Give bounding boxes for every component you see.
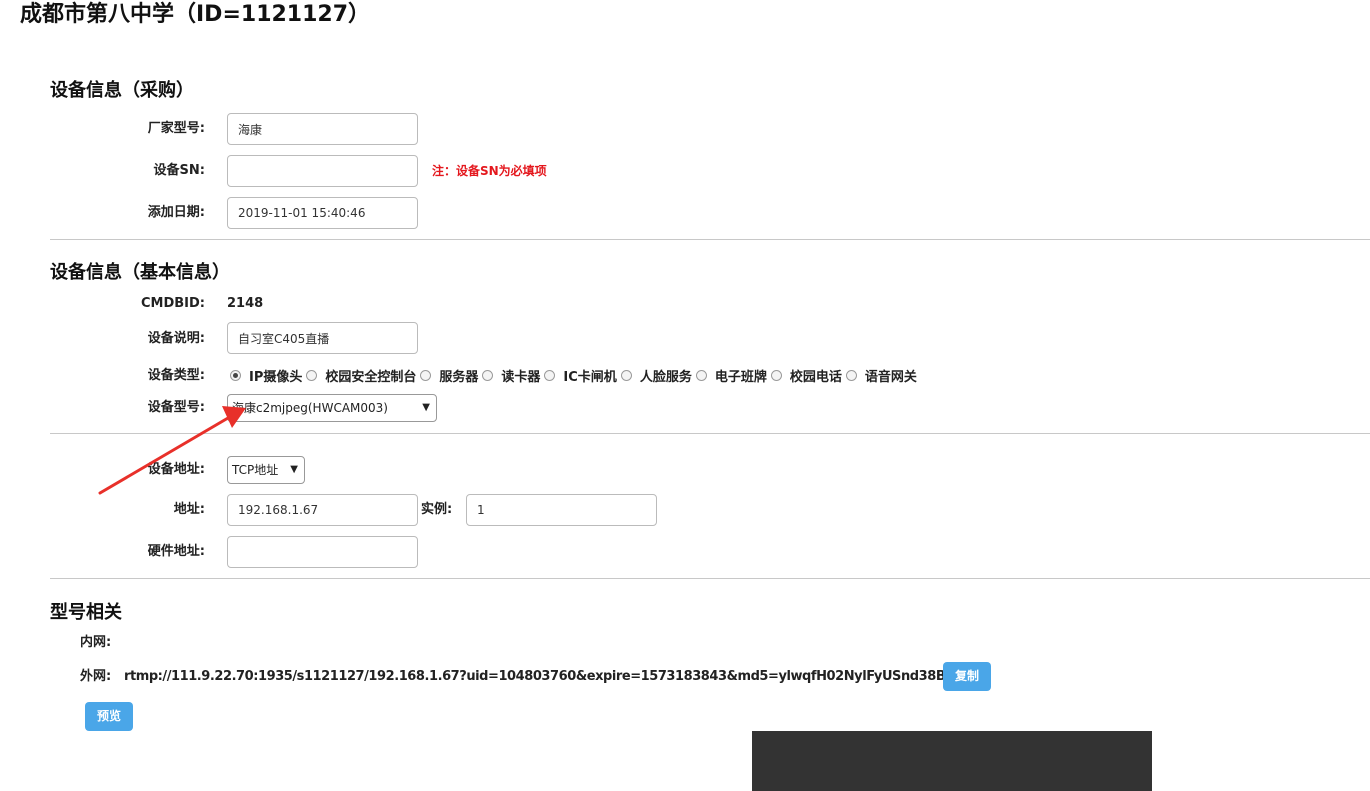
sn-required-note: 注：设备SN为必填项 <box>432 164 547 178</box>
intranet-label: 内网: <box>80 635 112 650</box>
vendor-label: 厂家型号: <box>147 121 205 136</box>
instance-input[interactable] <box>466 494 657 526</box>
sn-input[interactable] <box>227 155 418 187</box>
section-title-basic: 设备信息（基本信息） <box>50 262 230 283</box>
radio-campus-phone[interactable]: 校园电话 <box>770 366 842 385</box>
radio-server[interactable]: 服务器 <box>420 366 478 385</box>
radio-unchecked-icon <box>420 369 432 381</box>
radio-ip-camera[interactable]: IP摄像头 <box>230 366 302 385</box>
dropdown-caret-icon: ▼ <box>290 464 298 475</box>
vendor-input[interactable] <box>227 113 418 145</box>
sn-label: 设备SN: <box>153 163 205 178</box>
section-title-model-related: 型号相关 <box>50 602 122 623</box>
preview-button[interactable]: 预览 <box>85 702 133 731</box>
radio-unchecked-icon <box>620 369 632 381</box>
dropdown-caret-icon: ▼ <box>422 402 430 413</box>
radio-card-reader[interactable]: 读卡器 <box>482 366 540 385</box>
radio-security-console[interactable]: 校园安全控制台 <box>306 366 416 385</box>
radio-checked-icon <box>230 369 241 381</box>
radio-voice-gateway[interactable]: 语音网关 <box>845 366 917 385</box>
address-type-select[interactable]: TCP地址 ▼ <box>227 456 305 484</box>
divider <box>50 239 1370 240</box>
address-type-value: TCP地址 <box>232 463 279 477</box>
radio-unchecked-icon <box>306 369 318 381</box>
radio-unchecked-icon <box>544 369 556 381</box>
device-model-label: 设备型号: <box>147 400 205 415</box>
device-type-radio-group: IP摄像头 校园安全控制台 服务器 读卡器 IC卡闸机 人脸服务 电子班牌 校园… <box>230 366 921 385</box>
cmdbid-label: CMDBID: <box>140 296 205 311</box>
page-title: 成都市第八中学（ID=1121127） <box>20 2 371 27</box>
instance-label: 实例: <box>421 502 453 517</box>
address-input[interactable] <box>227 494 418 526</box>
device-model-select[interactable]: 海康c2mjpeg(HWCAM003) ▼ <box>227 394 437 422</box>
device-model-value: 海康c2mjpeg(HWCAM003) <box>232 401 388 415</box>
description-input[interactable] <box>227 322 418 354</box>
divider <box>50 578 1370 579</box>
copy-button[interactable]: 复制 <box>943 662 991 691</box>
radio-ic-gate[interactable]: IC卡闸机 <box>544 366 617 385</box>
internet-label: 外网: <box>80 669 112 684</box>
hardware-address-label: 硬件地址: <box>147 544 205 559</box>
video-preview-area <box>752 731 1152 791</box>
date-label: 添加日期: <box>147 205 205 220</box>
radio-class-board[interactable]: 电子班牌 <box>695 366 767 385</box>
hardware-address-input[interactable] <box>227 536 418 568</box>
radio-unchecked-icon <box>845 369 857 381</box>
date-input[interactable] <box>227 197 418 229</box>
radio-unchecked-icon <box>770 369 782 381</box>
cmdbid-value: 2148 <box>227 296 264 311</box>
radio-unchecked-icon <box>482 369 494 381</box>
divider <box>50 433 1370 434</box>
device-type-label: 设备类型: <box>147 368 205 383</box>
description-label: 设备说明: <box>147 331 205 346</box>
radio-unchecked-icon <box>695 369 707 381</box>
internet-url: rtmp://111.9.22.70:1935/s1121127/192.168… <box>124 669 959 684</box>
address-type-label: 设备地址: <box>147 462 205 477</box>
radio-face-service[interactable]: 人脸服务 <box>620 366 692 385</box>
address-label: 地址: <box>173 502 205 517</box>
section-title-purchase: 设备信息（采购） <box>50 80 194 101</box>
annotation-arrow-icon <box>98 406 246 495</box>
